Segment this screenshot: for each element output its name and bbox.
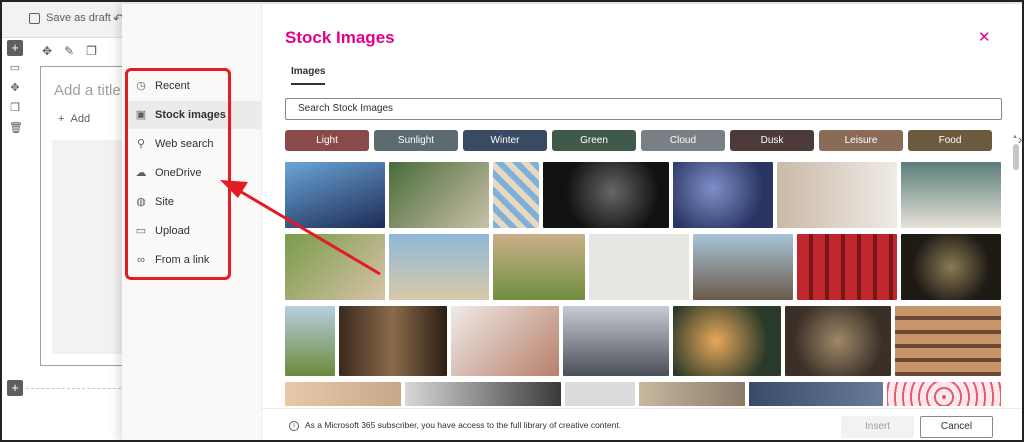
stock-image-thumbnail[interactable] <box>895 306 1001 376</box>
move-icon[interactable]: ✥ <box>9 82 21 94</box>
stock-image-thumbnail[interactable] <box>339 306 447 376</box>
duplicate-icon[interactable]: ❐ <box>9 102 21 114</box>
globe-icon: ◍ <box>136 196 146 208</box>
nav-item-web-search[interactable]: ⚲ Web search <box>128 130 262 158</box>
note-icon[interactable]: ▭ <box>9 62 21 74</box>
nav-item-upload[interactable]: ▭ Upload <box>128 217 262 245</box>
panel-title: Stock Images <box>285 28 395 47</box>
laptop-icon: ▭ <box>135 225 147 237</box>
stock-image-thumbnail[interactable] <box>493 234 585 300</box>
add-section-button[interactable]: + <box>7 40 23 56</box>
link-icon: ∞ <box>137 254 145 266</box>
save-as-draft-button[interactable]: Save as draft <box>29 12 111 24</box>
scroll-up-icon[interactable]: ▲ <box>1012 134 1018 140</box>
duplicate-webpart-icon[interactable]: ❐ <box>86 44 97 58</box>
stock-image-thumbnail[interactable] <box>285 306 335 376</box>
stock-image-thumbnail[interactable] <box>901 162 1001 228</box>
nav-item-from-a-link[interactable]: ∞ From a link <box>128 246 262 274</box>
stock-image-thumbnail[interactable] <box>563 306 669 376</box>
nav-item-label: Web search <box>155 138 214 150</box>
category-chip-leisure[interactable]: Leisure <box>819 130 903 151</box>
stock-image-thumbnail[interactable] <box>797 234 897 300</box>
image-grid <box>285 162 1005 406</box>
stock-image-thumbnail[interactable] <box>785 306 891 376</box>
stock-image-thumbnail[interactable] <box>451 306 559 376</box>
nav-item-site[interactable]: ◍ Site <box>128 188 262 216</box>
search-icon: ⚲ <box>136 138 146 150</box>
move-webpart-icon[interactable]: ✥ <box>42 44 52 58</box>
nav-item-recent[interactable]: ◷ Recent <box>128 72 262 100</box>
edit-webpart-icon[interactable]: ✎ <box>64 44 74 58</box>
vertical-scrollbar[interactable]: ▲ <box>1012 134 1020 404</box>
stock-image-thumbnail[interactable] <box>389 162 489 228</box>
picker-footer: i As a Microsoft 365 subscriber, you hav… <box>262 408 1022 440</box>
stock-image-thumbnail[interactable] <box>389 234 489 300</box>
stock-image-thumbnail[interactable] <box>693 234 793 300</box>
stock-image-thumbnail[interactable] <box>285 234 385 300</box>
title-area-placeholder <box>52 140 130 354</box>
subscriber-note: As a Microsoft 365 subscriber, you have … <box>305 420 622 430</box>
nav-item-label: From a link <box>155 254 210 266</box>
stock-image-thumbnail[interactable] <box>749 382 883 406</box>
nav-item-label: Upload <box>155 225 190 237</box>
nav-item-label: OneDrive <box>155 167 202 179</box>
picker-nav: ◷ Recent ▣ Stock images ⚲ Web search ☁ O… <box>122 4 262 440</box>
category-chip-food[interactable]: Food <box>908 130 992 151</box>
stock-image-thumbnail[interactable] <box>565 382 635 406</box>
section-divider <box>26 388 126 389</box>
category-chip-dusk[interactable]: Dusk <box>730 130 814 151</box>
cancel-button[interactable]: Cancel <box>920 416 993 438</box>
search-input[interactable]: Search Stock Images <box>285 98 1002 120</box>
add-section-bottom-button[interactable]: + <box>7 380 23 396</box>
save-icon <box>29 12 40 24</box>
save-as-draft-label: Save as draft <box>46 12 111 24</box>
clock-icon: ◷ <box>136 80 146 92</box>
category-chip-light[interactable]: Light <box>285 130 369 151</box>
cloud-icon: ☁ <box>135 167 147 179</box>
section-rail: + ▭ ✥ ❐ 🗑 + <box>4 38 26 438</box>
close-icon[interactable]: ✕ <box>978 28 991 46</box>
webpart-toolbar: ✥ ✎ ❐ <box>42 44 97 58</box>
stock-image-thumbnail[interactable] <box>887 382 1001 406</box>
stock-image-thumbnail[interactable] <box>673 306 781 376</box>
stock-image-thumbnail[interactable] <box>285 162 385 228</box>
delete-icon[interactable]: 🗑 <box>9 122 23 134</box>
category-chips: Light Sunlight Winter Green Cloud Dusk L… <box>285 130 1022 151</box>
stock-image-thumbnail[interactable] <box>901 234 1001 300</box>
category-chip-winter[interactable]: Winter <box>463 130 547 151</box>
stock-image-thumbnail[interactable] <box>777 162 897 228</box>
page-title-placeholder[interactable]: Add a title <box>54 82 121 99</box>
stock-image-thumbnail[interactable] <box>639 382 745 406</box>
stock-image-thumbnail[interactable] <box>543 162 669 228</box>
stock-image-thumbnail[interactable] <box>589 234 689 300</box>
stock-image-thumbnail[interactable] <box>405 382 561 406</box>
category-chip-sunlight[interactable]: Sunlight <box>374 130 458 151</box>
nav-item-onedrive[interactable]: ☁ OneDrive <box>128 159 262 187</box>
tab-images[interactable]: Images <box>291 66 326 85</box>
nav-item-label: Stock images <box>155 109 226 121</box>
nav-item-label: Site <box>155 196 174 208</box>
insert-button[interactable]: Insert <box>841 416 914 438</box>
category-chip-cloud[interactable]: Cloud <box>641 130 725 151</box>
screenshot-frame: Save as draft ↶ + ▭ ✥ ❐ 🗑 + ✥ ✎ ❐ Add a … <box>0 0 1024 442</box>
category-chip-green[interactable]: Green <box>552 130 636 151</box>
info-icon: i <box>289 421 299 431</box>
image-icon: ▣ <box>135 109 147 121</box>
add-webpart-label: Add <box>70 113 91 125</box>
add-webpart-button[interactable]: + Add <box>58 113 90 125</box>
scrollbar-thumb[interactable] <box>1013 144 1019 170</box>
stock-image-thumbnail[interactable] <box>285 382 401 406</box>
stock-images-pane: Stock Images ✕ Images Search Stock Image… <box>262 4 1022 440</box>
nav-item-stock-images[interactable]: ▣ Stock images <box>128 101 262 129</box>
nav-item-label: Recent <box>155 80 190 92</box>
stock-image-thumbnail[interactable] <box>673 162 773 228</box>
file-picker-panel: ◷ Recent ▣ Stock images ⚲ Web search ☁ O… <box>122 4 1022 440</box>
stock-image-thumbnail[interactable] <box>493 162 539 228</box>
